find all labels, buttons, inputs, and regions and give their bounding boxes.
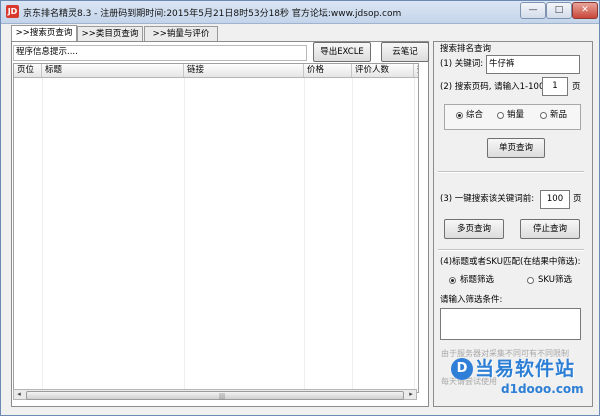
section-divider (438, 249, 584, 251)
page-unit-label: 页 (572, 82, 581, 92)
maximize-button[interactable]: □ (546, 2, 572, 19)
page-number-label: (2) 搜索页码, 请输入1-100: (440, 82, 548, 92)
sort-new-radio[interactable] (540, 112, 547, 119)
column-divider (304, 78, 305, 392)
window-title: 京东排名精灵8.3 - 注册码到期时间:2015年5月21日8时53分18秒 官… (23, 9, 402, 19)
tab-category-page[interactable]: >>类目页查询 (77, 26, 143, 41)
sort-comprehensive-label[interactable]: 综合 (466, 110, 483, 121)
minimize-button[interactable]: — (520, 2, 546, 19)
stop-query-button[interactable]: 停止查询 (520, 219, 580, 239)
multi-page-query-button[interactable]: 多页查询 (444, 219, 504, 239)
section-divider (438, 171, 584, 173)
site-watermark: 由于服务器对采集不同可有不同限制 每天请尝试使用 D 当易软件站 d1dooo.… (441, 346, 591, 406)
brand-logo-icon: D (451, 358, 473, 380)
scroll-left-icon[interactable]: ◂ (14, 390, 24, 399)
column-divider (184, 78, 185, 392)
sort-comprehensive-radio[interactable] (456, 112, 463, 119)
close-button[interactable]: ✕ (572, 2, 598, 19)
scroll-right-icon[interactable]: ▸ (406, 390, 416, 399)
filter-section-title: (4)标题或者SKU匹配(在结果中筛选): (440, 257, 581, 267)
batch-pages-label: (3) 一键搜索该关键词前: (440, 194, 535, 204)
column-divider (414, 78, 415, 392)
filter-sku-radio[interactable] (527, 277, 534, 284)
filter-title-label[interactable]: 标题筛选 (460, 275, 494, 286)
program-info-label: 程序信息提示.... (13, 45, 307, 61)
single-page-query-button[interactable]: 单页查询 (487, 138, 545, 158)
tab-sales-reviews[interactable]: >>销量与评价 (144, 26, 218, 41)
app-logo-icon: JD (6, 5, 19, 18)
watermark-url: d1dooo.com (501, 382, 584, 396)
batch-unit-label: 页 (573, 194, 582, 204)
scrollbar-thumb[interactable]: ||| (26, 391, 404, 400)
filter-input-label: 请输入筛选条件: (440, 295, 503, 305)
column-divider (42, 78, 43, 392)
sort-sales-label[interactable]: 销量 (507, 110, 524, 121)
tab-search-page[interactable]: >>搜索页查询 (11, 25, 77, 41)
app-window: JD 京东排名精灵8.3 - 注册码到期时间:2015年5月21日8时53分18… (0, 0, 600, 416)
horizontal-scrollbar[interactable]: ◂ ||| ▸ (13, 389, 417, 400)
filter-title-radio[interactable] (449, 277, 456, 284)
column-header-link[interactable]: 链接 (184, 64, 304, 77)
export-excel-button[interactable]: 导出EXCLE (313, 42, 371, 62)
cloud-note-button[interactable]: 云笔记 (381, 42, 429, 62)
column-header-rank[interactable]: 页位 (14, 64, 42, 77)
page-number-input[interactable]: 1 (542, 77, 568, 96)
filter-sku-label[interactable]: SKU筛选 (538, 275, 572, 286)
table-header: 页位 标题 链接 价格 评价人数 数 (14, 64, 418, 78)
results-table[interactable]: 页位 标题 链接 价格 评价人数 数 (13, 63, 419, 393)
column-divider (352, 78, 353, 392)
column-header-price[interactable]: 价格 (304, 64, 352, 77)
column-header-count[interactable]: 数 (414, 64, 418, 77)
watermark-brand: 当易软件站 (475, 358, 576, 380)
grip-icon: ||| (219, 393, 226, 400)
keyword-label: (1) 关键词: (440, 59, 484, 69)
sort-new-label[interactable]: 新品 (550, 110, 567, 121)
column-header-review-count[interactable]: 评价人数 (352, 64, 414, 77)
search-panel-title: 搜索排名查询 (438, 42, 494, 54)
title-bar[interactable]: JD 京东排名精灵8.3 - 注册码到期时间:2015年5月21日8时53分18… (1, 1, 599, 24)
column-header-title[interactable]: 标题 (42, 64, 184, 77)
batch-pages-input[interactable]: 100 (540, 190, 570, 209)
sort-sales-radio[interactable] (497, 112, 504, 119)
keyword-input[interactable]: 牛仔裤 (486, 55, 580, 74)
filter-condition-input[interactable] (440, 308, 581, 340)
